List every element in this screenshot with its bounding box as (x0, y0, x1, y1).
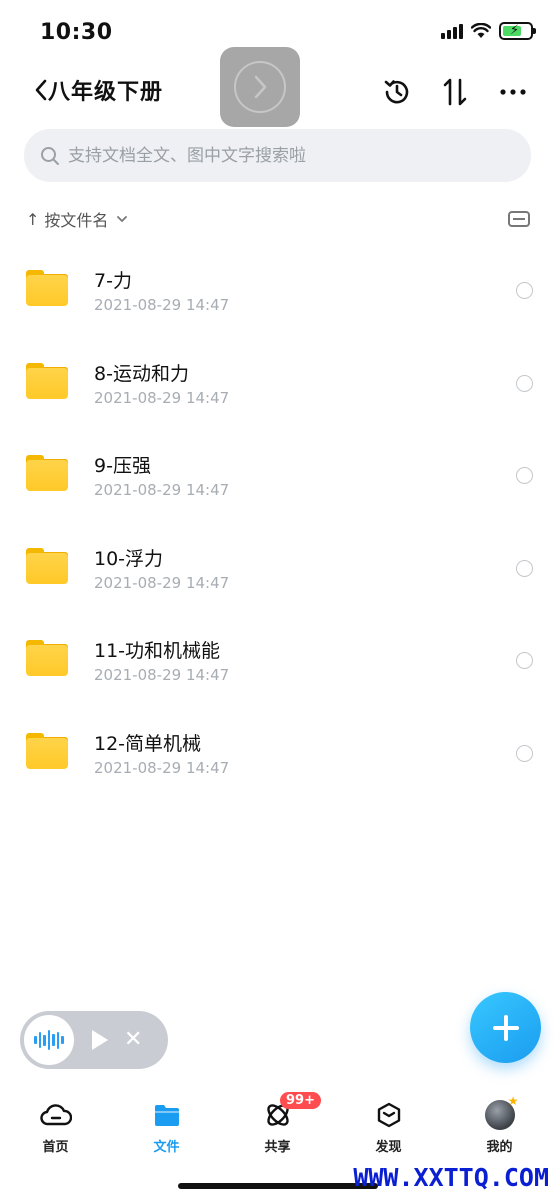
cube-icon (372, 1098, 406, 1132)
file-name: 9-压强 (94, 455, 151, 477)
floating-assistive-button[interactable] (220, 47, 300, 127)
select-checkbox[interactable] (516, 559, 533, 577)
search-icon (41, 146, 59, 165)
history-icon (384, 80, 409, 104)
close-icon[interactable]: ✕ (124, 1029, 142, 1051)
sort-by-name-button[interactable]: ↑ 按文件名 (26, 207, 128, 231)
folder-icon (26, 640, 68, 676)
list-item[interactable]: 10-浮力 2021-08-29 14:47 (0, 514, 555, 607)
header: 八年级下册 (0, 47, 555, 130)
select-checkbox[interactable] (516, 374, 533, 392)
file-name: 11-功和机械能 (94, 640, 221, 662)
history-button[interactable] (379, 74, 415, 110)
nav-label: 共享 (264, 1140, 291, 1155)
home-indicator (178, 1183, 378, 1189)
file-browser-screen: 10:30 ⚡ 八年级下册 支持文档全文、图中文字搜索啦 ↑ 按文件名 7-力 … (0, 0, 555, 1200)
chevron-down-icon (117, 216, 128, 222)
file-time: 2021-08-29 14:47 (94, 666, 230, 684)
folder-icon (26, 547, 68, 584)
file-name: 10-浮力 (94, 547, 164, 570)
file-name: 12-简单机械 (94, 732, 202, 755)
nav-item-home[interactable]: 首页 (0, 1092, 111, 1162)
folder-icon (26, 732, 68, 769)
crown-icon: ★ (507, 1094, 519, 1108)
add-button[interactable] (470, 992, 541, 1063)
search-bar[interactable] (24, 129, 531, 182)
avatar: ★ (484, 1094, 519, 1130)
sort-label: 按文件名 (44, 211, 109, 230)
file-time: 2021-08-29 14:47 (94, 388, 230, 407)
watermark: WWW.XXTTQ.COM (353, 1163, 549, 1192)
list-item[interactable]: 12-简单机械 2021-08-29 14:47 (0, 699, 555, 792)
nav-item-share[interactable]: 共享 99+ (222, 1092, 333, 1162)
file-time: 2021-08-29 14:47 (94, 481, 230, 499)
nav-label: 首页 (42, 1140, 69, 1155)
select-checkbox[interactable] (516, 467, 533, 484)
nav-label: 我的 (486, 1140, 513, 1155)
sort-row: ↑ 按文件名 (26, 205, 530, 233)
view-mode-toggle-icon[interactable] (508, 211, 530, 227)
battery-icon: ⚡ (499, 22, 536, 40)
play-icon[interactable] (92, 1030, 108, 1050)
search-input[interactable] (68, 145, 508, 166)
overlay-circle (234, 61, 286, 113)
file-name: 7-力 (94, 270, 132, 292)
select-checkbox[interactable] (516, 282, 533, 299)
transfer-arrows-icon (443, 78, 467, 106)
list-item[interactable]: 11-功和机械能 2021-08-29 14:47 (0, 606, 555, 699)
nav-label: 文件 (153, 1140, 180, 1155)
folder-title: 八年级下册 (48, 80, 164, 105)
folder-icon (26, 455, 68, 491)
file-time: 2021-08-29 14:47 (94, 758, 230, 777)
transfer-button[interactable] (437, 74, 473, 110)
folder-icon (26, 362, 68, 399)
select-checkbox[interactable] (516, 652, 533, 669)
folder-icon (26, 270, 68, 306)
nav-label: 发现 (375, 1140, 402, 1155)
file-list: 7-力 2021-08-29 14:47 8-运动和力 2021-08-29 1… (0, 236, 555, 791)
list-item[interactable]: 9-压强 2021-08-29 14:47 (0, 421, 555, 514)
select-checkbox[interactable] (516, 744, 533, 762)
nav-item-discover[interactable]: 发现 (333, 1092, 444, 1162)
plus-icon (492, 1014, 519, 1041)
notification-badge: 99+ (280, 1092, 321, 1109)
avatar-container: ★ (483, 1094, 519, 1132)
audio-waveform-button[interactable] (24, 1015, 74, 1065)
list-item[interactable]: 7-力 2021-08-29 14:47 (0, 236, 555, 329)
audio-mini-player[interactable]: ✕ (20, 1011, 168, 1069)
signal-icon (441, 23, 463, 39)
folder-icon (150, 1098, 184, 1132)
file-time: 2021-08-29 14:47 (94, 573, 230, 592)
chevron-left-icon (35, 79, 47, 101)
wifi-icon (471, 23, 491, 38)
file-time: 2021-08-29 14:47 (94, 296, 230, 314)
back-button[interactable]: 八年级下册 (34, 74, 163, 106)
header-actions (379, 74, 531, 110)
nav-item-me[interactable]: ★ 我的 (444, 1092, 555, 1162)
file-name: 8-运动和力 (94, 362, 189, 385)
bottom-nav: 首页 文件 共享 99+ 发现 ★ 我的 (0, 1092, 555, 1162)
arrow-up-icon: ↑ (26, 209, 40, 229)
waveform-icon (34, 1029, 64, 1051)
cloud-icon (39, 1098, 73, 1132)
chevron-right-icon (254, 75, 267, 99)
nav-item-files[interactable]: 文件 (111, 1092, 222, 1162)
status-time: 10:30 (40, 20, 113, 45)
list-item[interactable]: 8-运动和力 2021-08-29 14:47 (0, 329, 555, 422)
more-dots-icon (500, 89, 526, 95)
more-button[interactable] (495, 74, 531, 110)
status-icons: ⚡ (441, 22, 536, 40)
